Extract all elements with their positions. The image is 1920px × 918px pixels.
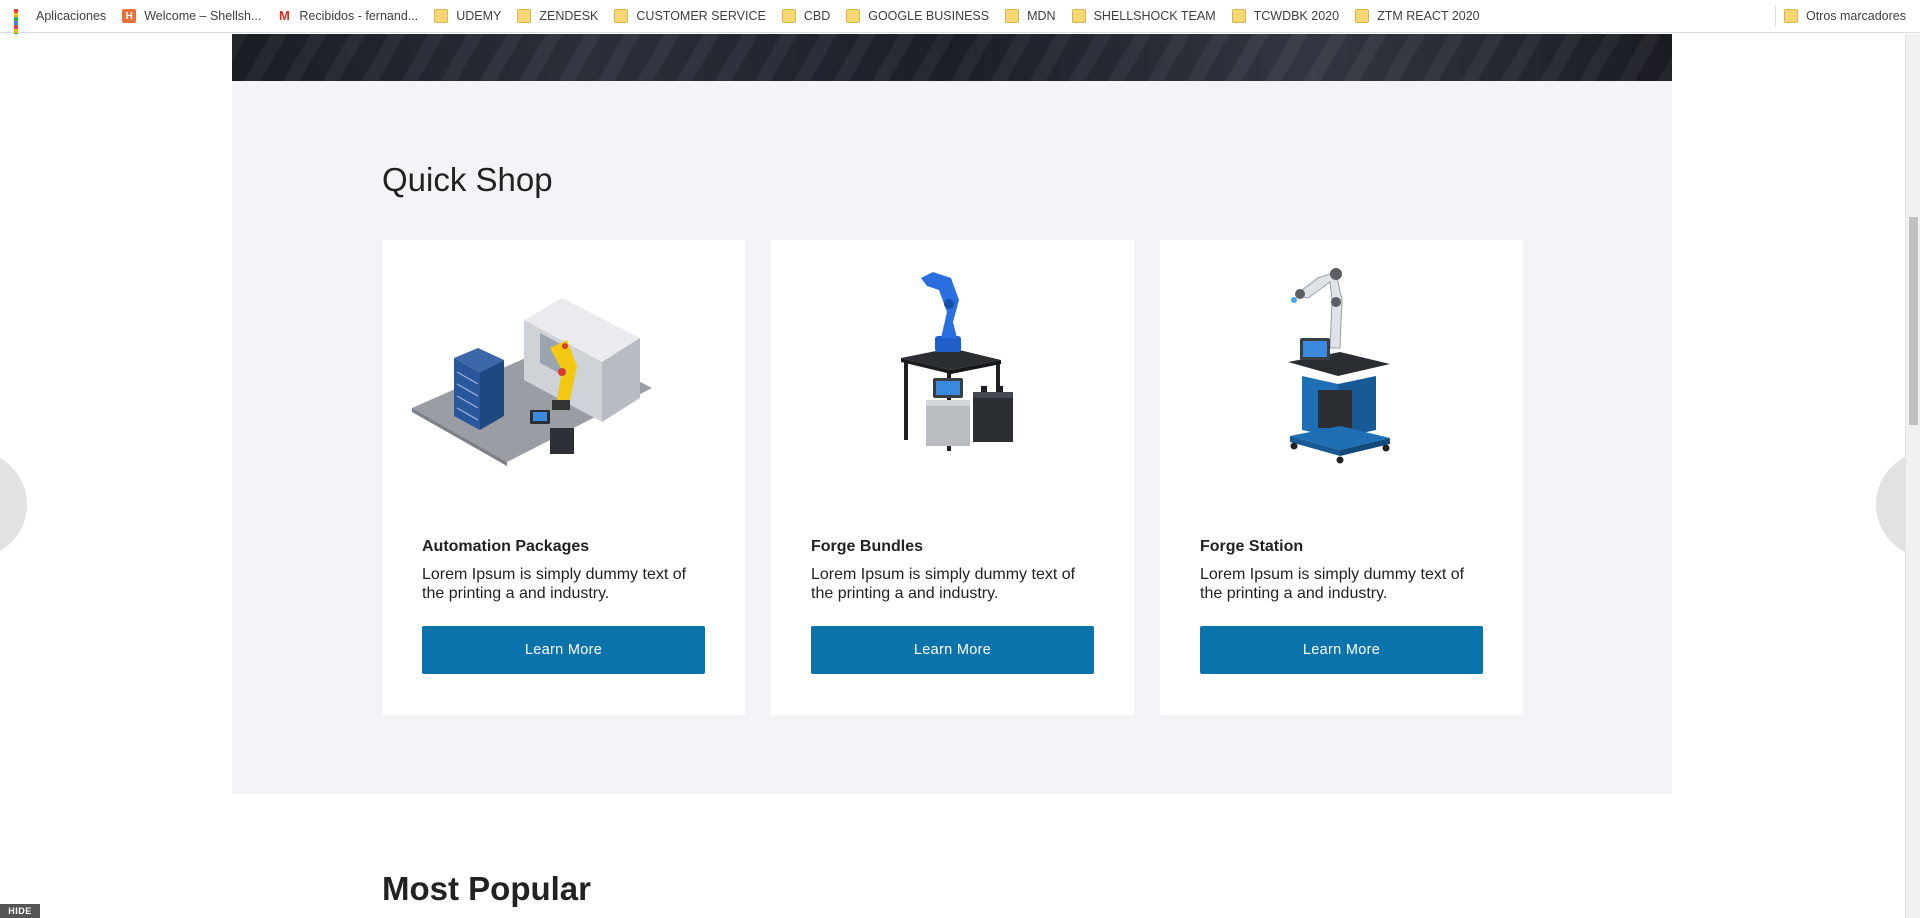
folder-icon — [517, 9, 532, 23]
gmail-icon: M — [278, 8, 290, 23]
bookmark-gmail[interactable]: M Recibidos - fernand... — [269, 0, 426, 33]
hero-banner-image — [232, 34, 1672, 81]
automation-package-image — [412, 298, 652, 466]
bookmark-label: TCWDBK 2020 — [1253, 9, 1340, 23]
folder-icon — [614, 9, 629, 23]
page-scrollbar[interactable] — [1905, 34, 1920, 918]
bookmark-label: CBD — [803, 9, 831, 23]
product-card-forge-station: Forge Station Lorem Ipsum is simply dumm… — [1160, 240, 1523, 715]
folder-icon — [1231, 9, 1246, 23]
bookmark-label: ZENDESK — [539, 9, 599, 23]
quick-shop-section: Quick Shop Automation Packages Lorem Ips… — [232, 81, 1672, 794]
page-viewport: Quick Shop Automation Packages Lorem Ips… — [0, 34, 1905, 918]
bookmark-mdn[interactable]: MDN — [997, 0, 1063, 33]
bookmark-label: Welcome – Shellsh... — [144, 9, 262, 23]
bookmark-ztm-react-2020[interactable]: ZTM REACT 2020 — [1347, 0, 1488, 33]
bookmark-label: CUSTOMER SERVICE — [636, 9, 766, 23]
bookmark-cbd[interactable]: CBD — [774, 0, 838, 33]
bookmark-customer-service[interactable]: CUSTOMER SERVICE — [606, 0, 773, 33]
bookmark-welcome-shellshock[interactable]: H Welcome – Shellsh... — [114, 0, 269, 33]
most-popular-title: Most Popular — [382, 870, 592, 907]
h-site-icon: H — [122, 9, 137, 23]
bookmark-shellshock-team[interactable]: SHELLSHOCK TEAM — [1064, 0, 1224, 33]
folder-icon — [781, 9, 796, 23]
learn-more-button[interactable]: Learn More — [811, 626, 1094, 674]
folder-icon — [846, 9, 861, 23]
learn-more-button[interactable]: Learn More — [422, 626, 705, 674]
scrollbar-thumb[interactable] — [1909, 217, 1918, 425]
bookmark-label: Otros marcadores — [1805, 9, 1906, 23]
bookmark-apps[interactable]: Aplicaciones — [0, 0, 114, 45]
card-title: Forge Bundles — [811, 538, 924, 555]
bookmark-label: GOOGLE BUSINESS — [868, 9, 990, 23]
product-card-automation-packages: Automation Packages Lorem Ipsum is simpl… — [382, 240, 745, 715]
bookmark-label: Recibidos - fernand... — [299, 9, 419, 23]
bookmark-udemy[interactable]: UDEMY — [426, 0, 509, 33]
apps-grid-icon — [14, 9, 28, 45]
bookmark-google-business[interactable]: GOOGLE BUSINESS — [838, 0, 997, 33]
bookmark-label: Aplicaciones — [36, 9, 107, 23]
card-description: Lorem Ipsum is simply dummy text of the … — [422, 566, 687, 602]
bookmark-tcwdbk-2020[interactable]: TCWDBK 2020 — [1224, 0, 1347, 33]
carousel-next-circle[interactable] — [1876, 451, 1905, 558]
bookmark-other-bookmarks[interactable]: Otros marcadores — [1776, 0, 1920, 33]
forge-station-image — [1288, 268, 1390, 464]
folder-icon — [1355, 9, 1370, 23]
bookmark-label: ZTM REACT 2020 — [1377, 9, 1480, 23]
bookmark-label: MDN — [1027, 9, 1056, 23]
carousel-prev-circle[interactable] — [0, 451, 27, 558]
bookmark-label: SHELLSHOCK TEAM — [1093, 9, 1216, 23]
section-title: Quick Shop — [382, 161, 553, 198]
product-card-forge-bundles: Forge Bundles Lorem Ipsum is simply dumm… — [771, 240, 1134, 715]
card-title: Automation Packages — [422, 538, 590, 555]
bookmarks-bar: Aplicaciones H Welcome – Shellsh... M Re… — [0, 0, 1920, 45]
card-title: Forge Station — [1200, 538, 1304, 555]
folder-icon — [1783, 9, 1798, 23]
forge-bundle-image — [901, 272, 1013, 451]
hide-button[interactable]: HIDE — [0, 904, 40, 918]
folder-icon — [434, 9, 449, 23]
folder-icon — [1005, 9, 1020, 23]
card-description: Lorem Ipsum is simply dummy text of the … — [1200, 566, 1465, 602]
learn-more-button[interactable]: Learn More — [1200, 626, 1483, 674]
bookmark-zendesk[interactable]: ZENDESK — [509, 0, 606, 33]
folder-icon — [1071, 9, 1086, 23]
card-description: Lorem Ipsum is simply dummy text of the … — [811, 566, 1076, 602]
bookmark-label: UDEMY — [456, 9, 502, 23]
